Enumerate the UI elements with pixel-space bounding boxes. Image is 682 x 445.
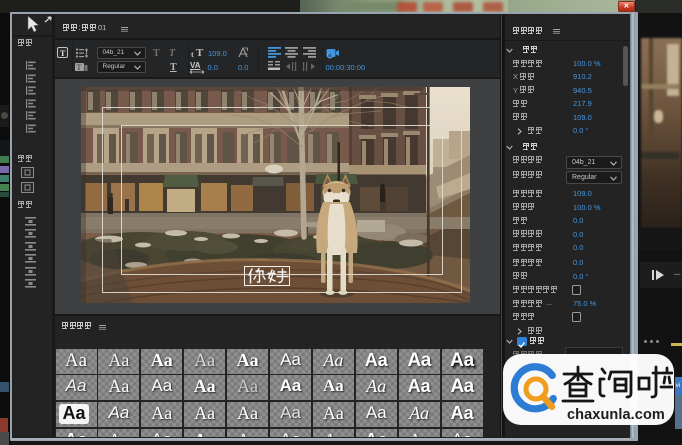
- svg-text:T: T: [77, 63, 82, 72]
